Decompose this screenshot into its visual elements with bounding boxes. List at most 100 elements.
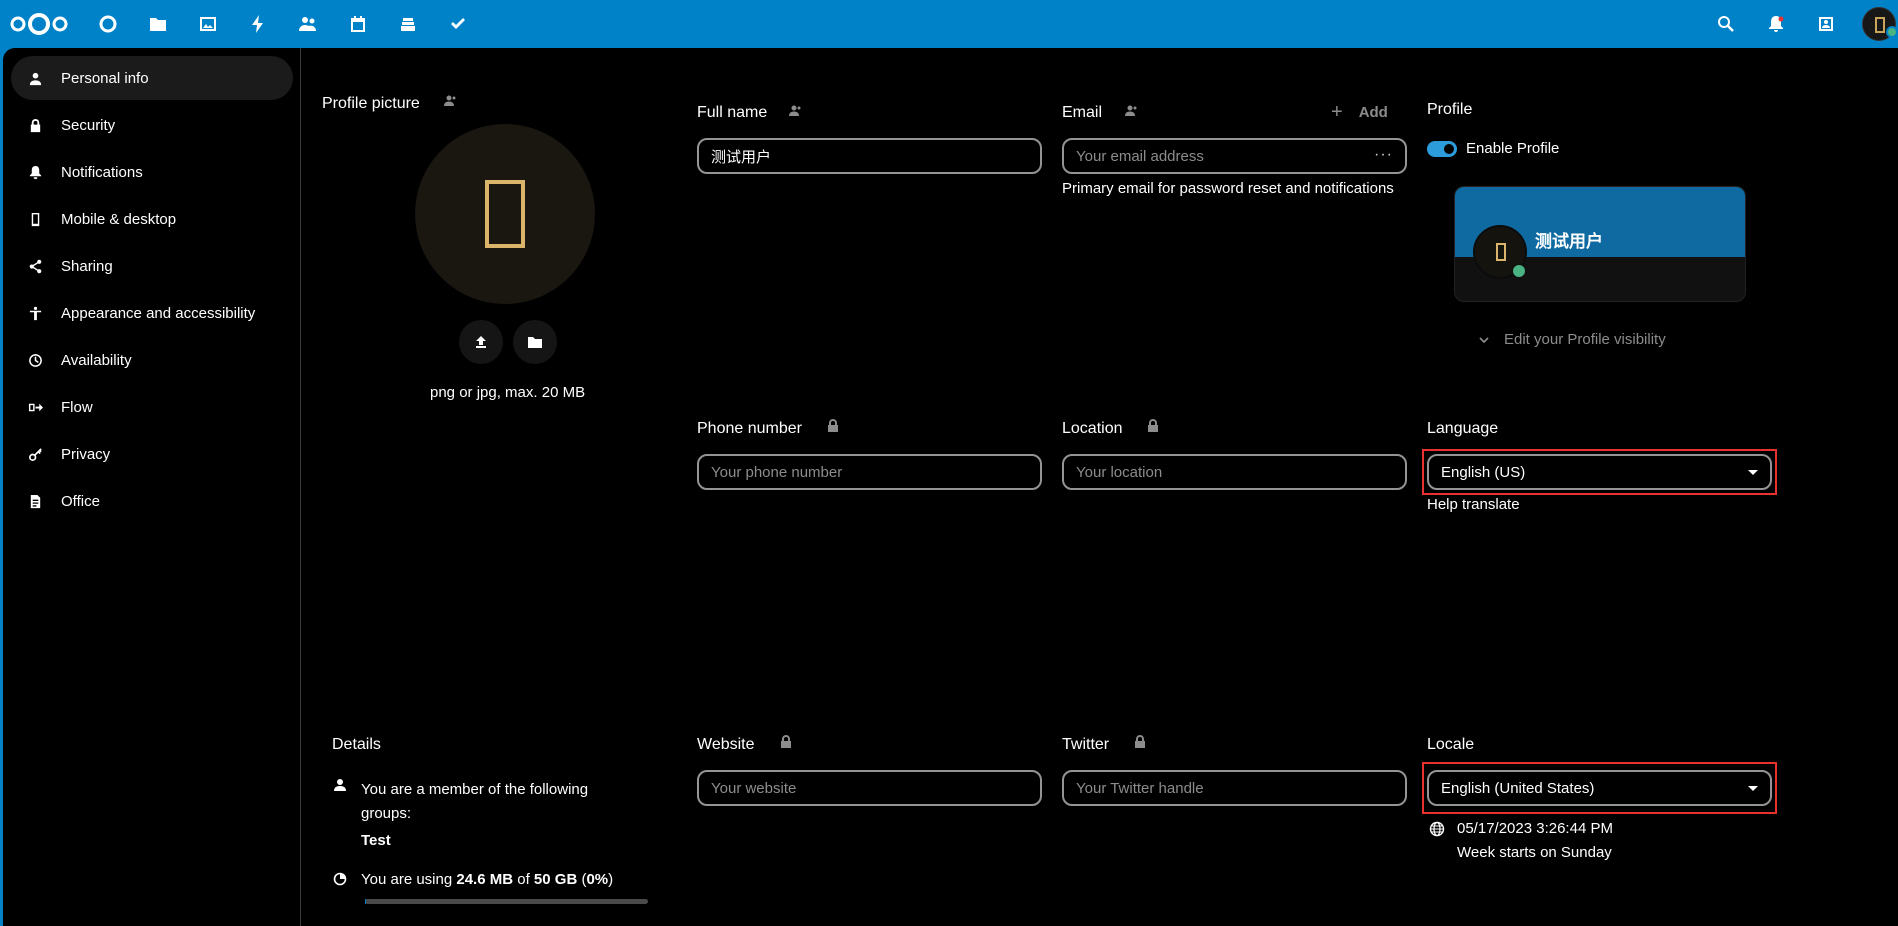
sidebar-item-security[interactable]: Security (11, 103, 293, 147)
sidebar-item-sharing[interactable]: Sharing (11, 244, 293, 288)
chevron-down-icon (1479, 336, 1489, 343)
full-name-value: 测试用户 (711, 148, 772, 166)
tasks-icon[interactable] (446, 12, 470, 36)
sidebar-item-label: Sharing (61, 257, 113, 275)
phone-icon (27, 211, 43, 227)
contacts-menu-icon[interactable] (1814, 12, 1838, 36)
location-placeholder: Your location (1076, 463, 1163, 481)
locale-datetime-preview: 05/17/2023 3:26:44 PM (1457, 820, 1613, 837)
sidebar-item-label: Appearance and accessibility (61, 304, 256, 322)
photos-icon[interactable] (196, 12, 220, 36)
sidebar-item-label: Security (61, 116, 116, 134)
website-label: Website (697, 736, 755, 753)
online-status-dot (1886, 26, 1898, 38)
visibility-scope-icon[interactable] (443, 94, 459, 110)
full-name-input[interactable]: 测试用户 (697, 138, 1042, 174)
website-placeholder: Your website (711, 779, 797, 797)
avatar-glyph (485, 180, 525, 248)
quota-percent-close: ) (608, 871, 614, 888)
avatar-glyph (1496, 243, 1506, 261)
sidebar-item-flow[interactable]: Flow (11, 385, 293, 429)
profile-card-name: 测试用户 (1535, 232, 1603, 251)
lock-icon[interactable] (1146, 419, 1162, 435)
enable-profile-toggle[interactable] (1427, 141, 1457, 157)
user-icon (27, 70, 43, 86)
add-email-label: Add (1358, 104, 1388, 121)
quota-used: 24.6 MB (456, 871, 514, 888)
email-label: Email (1062, 104, 1103, 121)
plus-icon: + (1331, 101, 1343, 123)
quota-progress-bar (365, 899, 648, 904)
choose-from-files-button[interactable] (513, 320, 557, 364)
sidebar-item-mobile-desktop[interactable]: Mobile & desktop (11, 197, 293, 241)
files-icon[interactable] (146, 12, 170, 36)
twitter-input[interactable]: Your Twitter handle (1062, 770, 1407, 806)
toggle-knob (1444, 144, 1454, 154)
lock-icon (27, 117, 43, 133)
phone-placeholder: Your phone number (711, 463, 843, 481)
enable-profile-label: Enable Profile (1466, 140, 1560, 157)
upload-icon (476, 336, 486, 348)
language-selected-value: English (US) (1441, 463, 1526, 481)
location-input[interactable]: Your location (1062, 454, 1407, 490)
phone-input[interactable]: Your phone number (697, 454, 1042, 490)
profile-preview-card[interactable]: 测试用户 (1454, 186, 1746, 302)
activity-icon[interactable] (246, 12, 270, 36)
language-select[interactable]: English (US) (1427, 454, 1772, 490)
picture-format-hint: png or jpg, max. 20 MB (430, 384, 586, 401)
visibility-scope-icon[interactable] (1124, 104, 1140, 120)
contacts-icon[interactable] (296, 12, 320, 36)
sidebar-item-label: Office (61, 492, 100, 510)
twitter-placeholder: Your Twitter handle (1076, 779, 1204, 797)
visibility-scope-icon[interactable] (788, 104, 804, 120)
sidebar-item-privacy[interactable]: Privacy (11, 432, 293, 476)
help-translate-link[interactable]: Help translate (1427, 496, 1520, 513)
group-name: Test (361, 832, 391, 849)
upload-picture-button[interactable] (459, 320, 503, 364)
main-canvas: Personal info Security Notifications Mob… (3, 48, 1898, 926)
sidebar-item-notifications[interactable]: Notifications (11, 150, 293, 194)
sidebar-item-label: Personal info (61, 69, 149, 87)
nextcloud-logo-icon[interactable] (9, 11, 69, 37)
group-user-icon (333, 778, 349, 794)
lock-icon[interactable] (1133, 735, 1149, 751)
language-label: Language (1427, 420, 1499, 437)
email-input[interactable]: Your email address ··· (1062, 138, 1407, 174)
dropdown-caret-icon (1748, 786, 1758, 791)
key-icon (27, 446, 43, 462)
top-header (0, 0, 1898, 48)
user-avatar-menu[interactable] (1862, 7, 1898, 41)
website-input[interactable]: Your website (697, 770, 1042, 806)
dropdown-caret-icon (1748, 470, 1758, 475)
phone-label: Phone number (697, 420, 802, 437)
quota-text: You are using 24.6 MB of 50 GB (0%) (361, 871, 613, 888)
sidebar-item-personal-info[interactable]: Personal info (11, 56, 293, 100)
locale-select[interactable]: English (United States) (1427, 770, 1772, 806)
settings-sidebar: Personal info Security Notifications Mob… (3, 48, 301, 926)
calendar-icon[interactable] (346, 12, 370, 36)
details-title: Details (332, 736, 381, 753)
more-options-icon[interactable]: ··· (1374, 146, 1393, 164)
sidebar-item-appearance[interactable]: Appearance and accessibility (11, 291, 293, 335)
locale-selected-value: English (United States) (1441, 779, 1595, 797)
full-name-label: Full name (697, 104, 768, 121)
share-icon (27, 258, 43, 274)
edit-profile-visibility-toggle[interactable]: Edit your Profile visibility (1478, 331, 1666, 348)
notifications-icon[interactable] (1764, 12, 1788, 36)
sidebar-item-office[interactable]: Office (11, 479, 293, 523)
add-email-button[interactable]: + Add (1331, 101, 1388, 124)
flow-icon (27, 399, 43, 415)
avatar-glyph (1875, 17, 1885, 33)
lock-icon[interactable] (826, 419, 842, 435)
email-helper-text: Primary email for password reset and not… (1062, 180, 1394, 197)
edit-profile-visibility-label: Edit your Profile visibility (1504, 331, 1666, 348)
sidebar-item-availability[interactable]: Availability (11, 338, 293, 382)
search-icon[interactable] (1714, 12, 1738, 36)
bell-icon (27, 164, 43, 180)
week-start-text: Week starts on Sunday (1457, 844, 1612, 861)
quota-progress-fill (365, 899, 367, 904)
quota-total: 50 GB (533, 871, 578, 888)
deck-icon[interactable] (396, 12, 420, 36)
lock-icon[interactable] (779, 735, 795, 751)
dashboard-icon[interactable] (96, 12, 120, 36)
